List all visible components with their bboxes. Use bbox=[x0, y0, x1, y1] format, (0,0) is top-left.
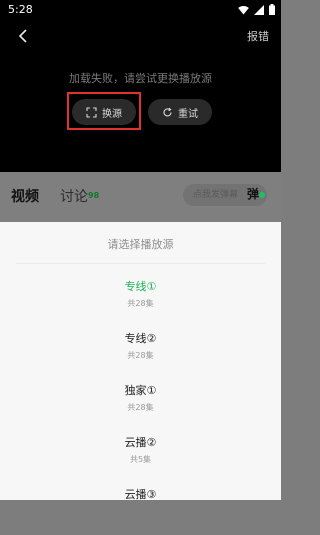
source-name: 独家① bbox=[124, 384, 157, 397]
source-option[interactable]: 专线① 共28集 bbox=[0, 275, 281, 327]
battery-icon bbox=[269, 4, 275, 15]
tabs-bar: 视频 讨论 98 点我发弹幕 弹 bbox=[0, 172, 281, 222]
danmaku-toggle-indicator bbox=[259, 192, 265, 198]
source-option[interactable]: 云播③ bbox=[0, 483, 281, 535]
source-episode-count: 共28集 bbox=[127, 299, 154, 308]
status-bar: 5:28 bbox=[0, 0, 281, 20]
danmaku-toggle[interactable]: 弹 bbox=[247, 185, 259, 202]
source-list: 专线① 共28集 专线② 共28集 独家① 共28集 云播② 共5集 云播③ bbox=[0, 275, 281, 535]
back-button[interactable] bbox=[12, 24, 36, 48]
source-option[interactable]: 专线② 共28集 bbox=[0, 327, 281, 379]
source-name: 专线② bbox=[124, 332, 157, 345]
source-option[interactable]: 独家① 共28集 bbox=[0, 379, 281, 431]
report-button[interactable]: 报错 bbox=[247, 28, 269, 44]
error-message: 加载失败，请尝试更换播放源 bbox=[69, 72, 212, 85]
tab-discuss[interactable]: 讨论 bbox=[60, 186, 88, 206]
sheet-title: 请选择播放源 bbox=[107, 238, 174, 251]
source-episode-count: 共28集 bbox=[127, 351, 154, 360]
discuss-count-badge: 98 bbox=[88, 191, 100, 200]
status-time: 5:28 bbox=[8, 3, 33, 16]
status-icons bbox=[238, 4, 275, 15]
signal-icon bbox=[254, 4, 264, 15]
source-name: 云播③ bbox=[124, 488, 157, 501]
source-option[interactable]: 云播② 共5集 bbox=[0, 431, 281, 483]
highlight-box bbox=[67, 92, 141, 130]
source-name: 云播② bbox=[124, 436, 157, 449]
video-player[interactable]: 报错 加载失败，请尝试更换播放源 换源 重试 bbox=[0, 20, 281, 172]
retry-label: 重试 bbox=[178, 108, 198, 120]
source-episode-count: 共5集 bbox=[129, 455, 152, 464]
source-episode-count: 共28集 bbox=[127, 403, 154, 412]
tab-video[interactable]: 视频 bbox=[11, 186, 39, 206]
source-name: 专线① bbox=[124, 280, 157, 293]
chevron-left-icon bbox=[18, 29, 27, 43]
refresh-icon bbox=[163, 107, 172, 116]
divider bbox=[16, 263, 265, 264]
source-picker-sheet: 请选择播放源 专线① 共28集 专线② 共28集 独家① 共28集 云播② 共5… bbox=[0, 222, 281, 501]
wifi-icon bbox=[238, 5, 249, 14]
retry-button[interactable]: 重试 bbox=[148, 99, 212, 125]
